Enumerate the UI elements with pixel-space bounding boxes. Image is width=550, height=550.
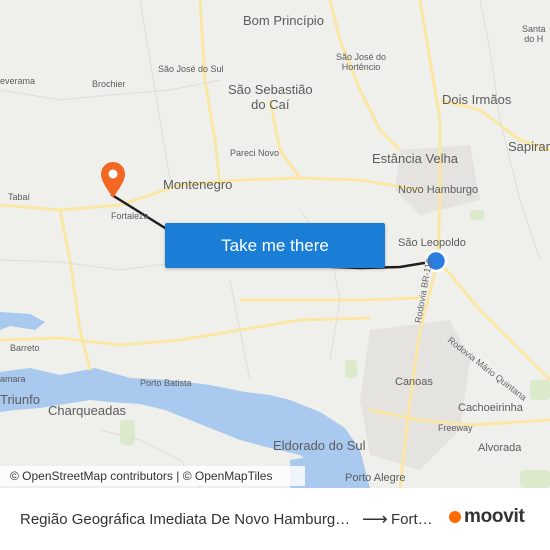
place-label: Cachoeirinha [458,402,523,414]
place-label: everama [0,76,36,86]
place-label: Tabaí [8,192,31,202]
map-view[interactable]: Bom Princípio São José do Sul São José d… [0,0,550,488]
place-label: Santa do H [522,24,546,44]
place-label: Alvorada [478,442,522,454]
place-label: Eldorado do Sul [273,438,366,453]
place-label: amara [0,374,26,384]
moovit-logo[interactable]: moovit [449,506,525,528]
place-label: Barreto [10,343,40,353]
take-me-there-button[interactable]: Take me there [165,223,385,268]
place-label: Sapiran [508,139,550,154]
place-label: Novo Hamburgo [398,184,479,196]
destination-name: Fortaleza [391,511,439,528]
openmaptiles-attribution-link[interactable]: © OpenMapTiles [183,469,273,483]
place-label: Montenegro [163,177,233,192]
place-label: Canoas [395,376,433,388]
place-label: Dois Irmãos [442,92,512,107]
place-label: Triunfo [0,392,40,407]
route-footer: Região Geográfica Imediata De Novo Hambu… [0,488,550,550]
place-label: Porto Batista [140,378,192,388]
place-label: Estância Velha [372,151,459,166]
place-label: Brochier [92,79,126,89]
map-attribution: © OpenStreetMap contributors | © OpenMap… [0,466,305,486]
destination-marker[interactable] [101,162,125,198]
place-label: São José do Hortêncio [336,52,387,72]
place-label: Pareci Novo [230,148,280,158]
moovit-logo-icon [449,511,461,523]
attribution-separator: | [172,469,183,483]
place-label: Charqueadas [48,403,127,418]
origin-name: Região Geográfica Imediata De Novo Hambu… [20,511,356,528]
place-label: Freeway [438,423,473,433]
moovit-logo-text: moovit [464,506,525,527]
place-label: Fortaleza [111,211,149,221]
osm-attribution-link[interactable]: © OpenStreetMap contributors [10,469,173,483]
arrow-right-icon: ⟶ [362,509,388,529]
place-label: Porto Alegre [345,472,406,484]
place-label: São José do Sul [158,64,224,74]
place-label: Bom Princípio [243,13,324,28]
place-label: São Sebastião do Caí [228,82,313,112]
place-label: São Leopoldo [398,237,466,249]
